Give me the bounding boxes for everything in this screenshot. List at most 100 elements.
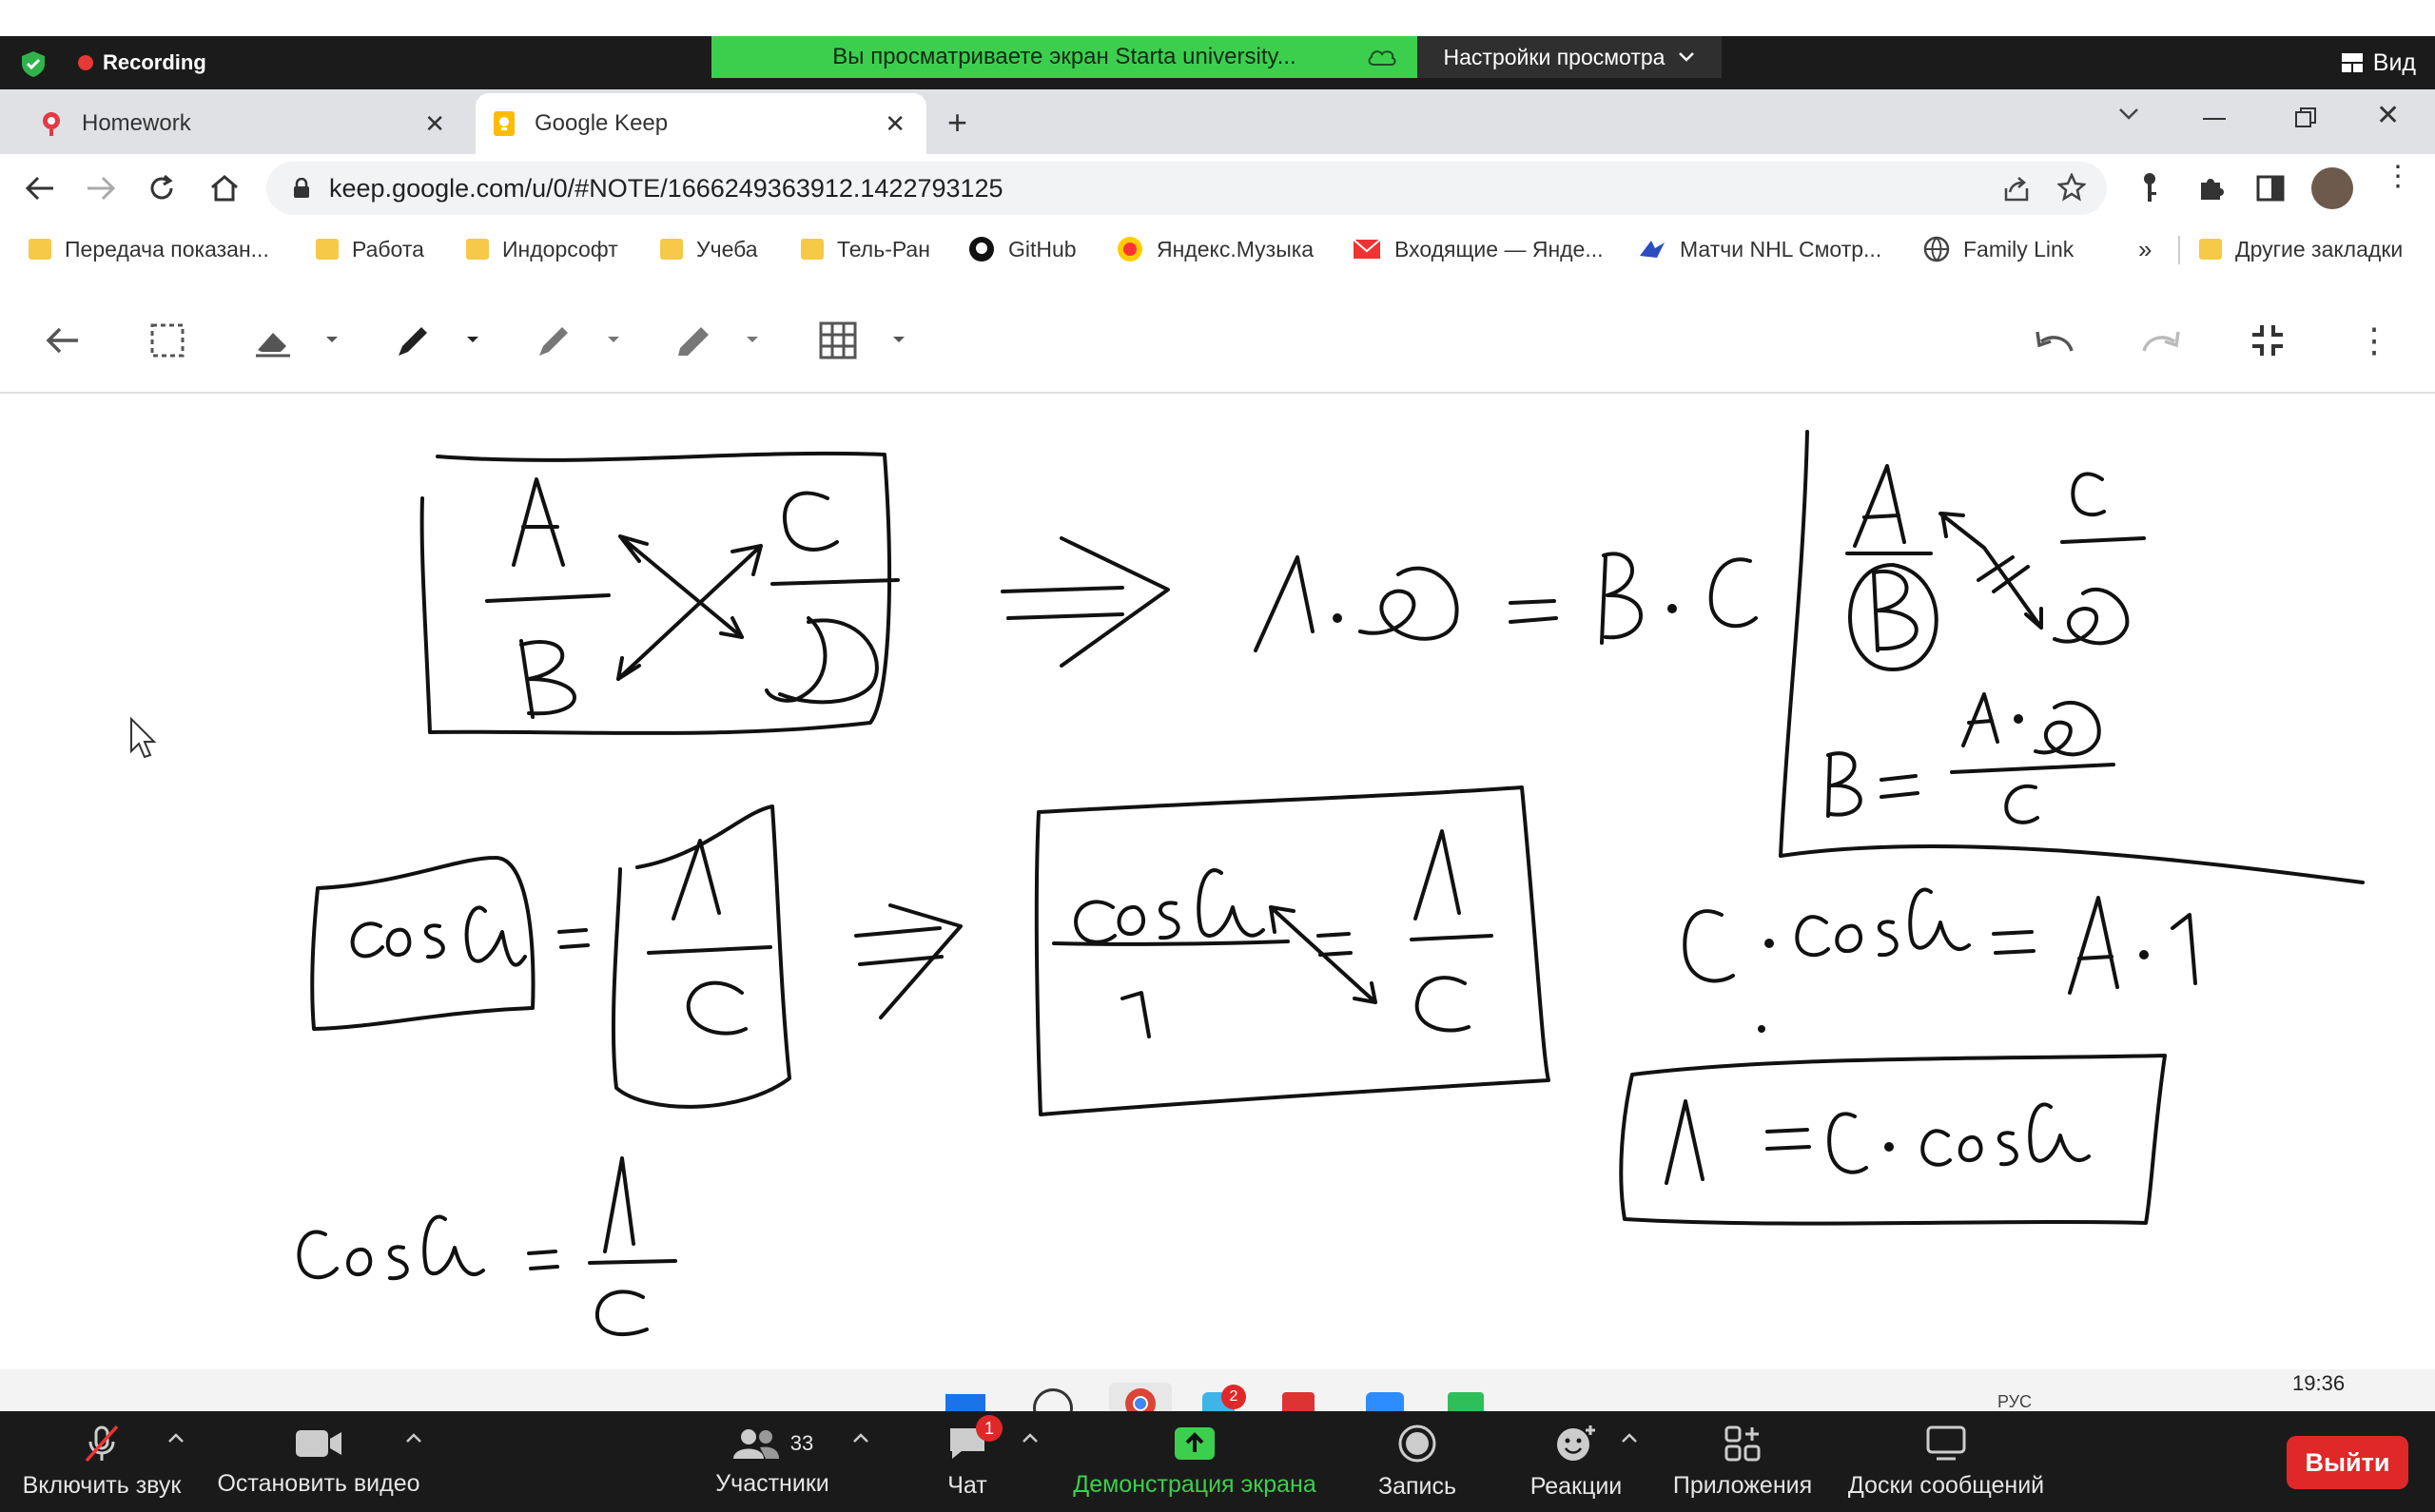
window-close-button[interactable]: ✕ <box>2376 99 2400 132</box>
tab-title: Homework <box>82 110 191 136</box>
bookmark-item[interactable]: Передача показан... <box>29 232 269 266</box>
pin-icon <box>38 110 65 137</box>
video-camera-icon <box>294 1426 343 1461</box>
share-banner: Вы просматриваете экран Starta universit… <box>711 36 1417 78</box>
record-dot-icon <box>78 55 93 70</box>
grid-tool-icon[interactable] <box>814 312 909 369</box>
key-icon[interactable] <box>2138 171 2161 204</box>
recording-label: Recording <box>103 50 206 74</box>
folder-icon <box>801 239 824 260</box>
record-button[interactable]: Запись <box>1360 1411 1474 1512</box>
reactions-label: Реакции <box>1529 1472 1623 1500</box>
avatar[interactable] <box>2311 167 2353 209</box>
whiteboards-button[interactable]: Доски сообщений <box>1840 1411 2053 1512</box>
stop-video-button[interactable]: Остановить видео <box>209 1411 428 1512</box>
minimize-button[interactable] <box>2203 118 2226 120</box>
tab-google-keep[interactable]: Google Keep ✕ <box>476 93 926 154</box>
bookmark-item[interactable]: Family Link <box>1923 232 2074 266</box>
address-bar[interactable]: keep.google.com/u/0/#NOTE/1666249363912.… <box>266 162 2107 215</box>
bookmark-item[interactable]: Яндекс.Музыка <box>1117 232 1314 266</box>
handwriting-drawing <box>130 430 2365 1337</box>
keep-icon <box>491 110 517 137</box>
drawing-toolbar: ⋮ <box>0 285 2435 394</box>
bookmark-item[interactable]: Индорсофт <box>466 232 618 266</box>
apps-button[interactable]: Приложения <box>1665 1411 1821 1512</box>
bookmarks-more-label: » <box>2138 234 2153 263</box>
share-banner-text: Вы просматриваете экран Starta universit… <box>832 44 1296 69</box>
chevron-up-icon[interactable] <box>1621 1432 1638 1444</box>
bookmark-label: Входящие — Янде... <box>1394 236 1604 262</box>
bookmark-label: Индорсофт <box>502 236 618 262</box>
mic-muted-icon <box>83 1425 121 1463</box>
bookmark-item[interactable]: GitHub <box>968 232 1077 266</box>
bookmark-label: Учеба <box>696 236 758 262</box>
bookmark-item[interactable]: Тель-Ран <box>801 232 930 266</box>
eraser-tool-icon[interactable] <box>247 312 342 369</box>
back-arrow-icon[interactable] <box>25 175 55 202</box>
home-icon[interactable] <box>209 173 240 204</box>
menu-kebab-icon[interactable]: ⋮ <box>2384 163 2412 191</box>
bookmark-item[interactable]: Работа <box>316 232 424 266</box>
side-panel-icon[interactable] <box>2256 175 2285 202</box>
globe-icon <box>1923 236 1950 262</box>
close-icon[interactable]: ✕ <box>885 109 906 139</box>
bookmark-item[interactable]: Учеба <box>660 232 758 266</box>
chevron-up-icon[interactable] <box>852 1432 869 1444</box>
more-options-icon[interactable]: ⋮ <box>2346 312 2403 369</box>
share-screen-button[interactable]: Демонстрация экрана <box>1062 1411 1328 1512</box>
recording-indicator[interactable]: Recording <box>78 36 206 89</box>
folder-icon <box>29 239 51 260</box>
chevron-up-icon[interactable] <box>405 1432 422 1444</box>
exit-fullscreen-icon[interactable] <box>2239 312 2296 369</box>
reload-icon[interactable] <box>146 173 177 204</box>
chevron-down-icon[interactable] <box>2117 107 2140 122</box>
restore-button[interactable] <box>2294 107 2317 129</box>
other-bookmarks[interactable]: Другие закладки <box>2199 232 2403 266</box>
folder-icon <box>660 239 683 260</box>
highlighter-tool-icon[interactable] <box>668 312 763 369</box>
participants-button[interactable]: 33 Участники <box>694 1411 850 1512</box>
star-icon[interactable] <box>2057 173 2086 202</box>
reactions-button[interactable]: Реакции <box>1514 1411 1638 1512</box>
view-button[interactable]: Вид <box>2341 36 2416 89</box>
whiteboards-label: Доски сообщений <box>1847 1471 2045 1499</box>
chat-label: Чат <box>947 1471 987 1499</box>
bookmark-label: Другие закладки <box>2235 236 2404 262</box>
close-icon[interactable]: ✕ <box>424 109 445 139</box>
drawing-canvas[interactable] <box>0 394 2435 1369</box>
windows-start-icon[interactable] <box>945 1394 985 1411</box>
select-tool-icon[interactable] <box>139 312 196 369</box>
back-arrow-icon[interactable] <box>34 312 91 369</box>
os-taskbar: 2 РУС 19:36 <box>0 1369 2435 1428</box>
top-strip <box>0 0 2435 36</box>
new-tab-button[interactable]: + <box>947 103 967 143</box>
unmute-button[interactable]: Включить звук <box>13 1411 190 1512</box>
language-indicator[interactable]: РУС <box>1997 1392 2032 1412</box>
grid-view-icon <box>2341 52 2364 73</box>
bookmark-item[interactable]: Матчи NHL Смотр... <box>1638 232 1881 266</box>
share-icon[interactable] <box>2002 175 2031 202</box>
pen-tool-icon[interactable] <box>388 312 483 369</box>
bookmarks-bar: Передача показан... Работа Индорсофт Уче… <box>0 223 2435 276</box>
redo-icon[interactable] <box>2133 312 2190 369</box>
chrome-taskbar-item[interactable] <box>1109 1383 1172 1411</box>
bookmark-item[interactable]: Входящие — Янде... <box>1353 232 1604 266</box>
apps-icon <box>1724 1425 1762 1463</box>
chevron-up-icon[interactable] <box>167 1432 185 1444</box>
shield-icon[interactable] <box>19 49 48 78</box>
undo-icon[interactable] <box>2026 312 2083 369</box>
tab-homework[interactable]: Homework ✕ <box>0 93 466 154</box>
bookmark-label: Матчи NHL Смотр... <box>1680 236 1882 262</box>
app-icon[interactable] <box>1448 1392 1484 1411</box>
notification-badge: 2 <box>1221 1385 1246 1409</box>
app-icon[interactable] <box>1282 1392 1315 1411</box>
view-settings-button[interactable]: Настройки просмотра <box>1417 36 1722 78</box>
zoom-app-icon[interactable] <box>1366 1392 1404 1411</box>
bookmarks-overflow-button[interactable]: » <box>2138 232 2152 266</box>
marker-tool-icon[interactable] <box>529 312 624 369</box>
forward-arrow-icon[interactable] <box>86 175 116 202</box>
extensions-icon[interactable] <box>2195 173 2226 204</box>
chevron-up-icon[interactable] <box>1022 1432 1039 1444</box>
leave-meeting-button[interactable]: Выйти <box>2287 1436 2408 1489</box>
clock-time[interactable]: 19:36 <box>2292 1371 2345 1396</box>
